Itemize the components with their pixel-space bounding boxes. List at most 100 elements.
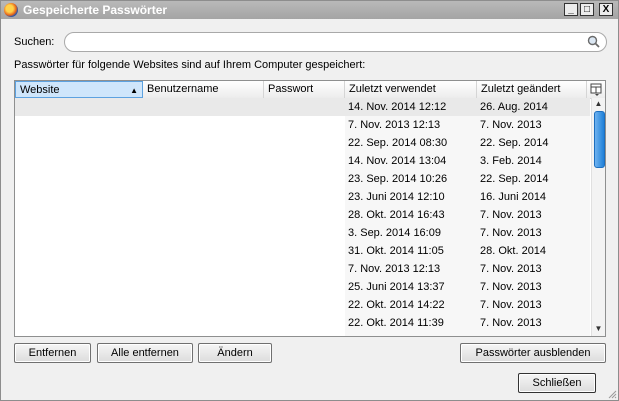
cell-last-changed: 7. Nov. 2013 [480, 119, 542, 131]
scrollbar-thumb[interactable] [594, 111, 605, 168]
cell-website [15, 206, 18, 224]
cell-username [143, 134, 146, 152]
resize-grip-icon[interactable] [607, 389, 617, 399]
cell-last-used: 7. Nov. 2013 12:13 [348, 263, 441, 275]
title-bar[interactable]: Gespeicherte Passwörter _ □ X [1, 1, 618, 19]
cell-password [264, 278, 267, 296]
search-icon[interactable] [587, 35, 600, 48]
cell-website [15, 188, 18, 206]
cell-last-changed: 7. Nov. 2013 [480, 263, 542, 275]
column-label: Website [20, 84, 60, 96]
cell-password [264, 98, 267, 116]
table-row[interactable]: 7. Nov. 2013 12:13 7. Nov. 2013 [15, 260, 590, 278]
cell-last-used: 22. Okt. 2014 14:22 [348, 299, 445, 311]
cell-username [143, 206, 146, 224]
vertical-scrollbar[interactable]: ▲ ▼ [591, 98, 605, 336]
remove-button[interactable]: Entfernen [14, 343, 91, 363]
column-password[interactable]: Passwort [264, 81, 345, 98]
cell-last-used: 28. Okt. 2014 16:43 [348, 209, 445, 221]
cell-password [264, 206, 267, 224]
cell-username [143, 98, 146, 116]
table-row[interactable]: 31. Okt. 2014 11:05 28. Okt. 2014 [15, 242, 590, 260]
cell-username [143, 314, 146, 332]
cell-last-changed: 7. Nov. 2013 [480, 317, 542, 329]
column-last-changed[interactable]: Zuletzt geändert [477, 81, 587, 98]
cell-last-used: 31. Okt. 2014 11:05 [348, 245, 444, 257]
cell-username [143, 152, 146, 170]
cell-last-changed: 26. Aug. 2014 [480, 101, 548, 113]
close-button[interactable]: Schließen [518, 373, 596, 393]
column-username[interactable]: Benutzername [143, 81, 264, 98]
cell-username [143, 242, 146, 260]
change-button[interactable]: Ändern [198, 343, 272, 363]
table-row[interactable]: 14. Nov. 2014 12:12 26. Aug. 2014 [15, 98, 590, 116]
table-row[interactable]: 14. Nov. 2014 13:04 3. Feb. 2014 [15, 152, 590, 170]
cell-last-changed: 7. Nov. 2013 [480, 209, 542, 221]
column-website[interactable]: Website ▲ [15, 81, 143, 98]
cell-username [143, 116, 146, 134]
cell-website [15, 170, 18, 188]
cell-last-changed: 28. Okt. 2014 [480, 245, 547, 257]
cell-username [143, 278, 146, 296]
firefox-icon [4, 3, 18, 17]
cell-last-used: 14. Nov. 2014 13:04 [348, 155, 447, 167]
table-row[interactable]: 25. Juni 2014 13:37 7. Nov. 2013 [15, 278, 590, 296]
table-body: 14. Nov. 2014 12:12 26. Aug. 2014 7. Nov. … [15, 98, 590, 336]
cell-last-changed: 22. Sep. 2014 [480, 173, 549, 185]
cell-website [15, 260, 18, 278]
table-row[interactable]: 22. Okt. 2014 11:39 7. Nov. 2013 [15, 314, 590, 332]
window-title: Gespeicherte Passwörter [23, 3, 168, 17]
cell-password [264, 134, 267, 152]
remove-all-button[interactable]: Alle entfernen [97, 343, 193, 363]
cell-website [15, 314, 18, 332]
cell-last-used: 14. Nov. 2014 12:12 [348, 101, 447, 113]
cell-password [264, 260, 267, 278]
cell-username [143, 170, 146, 188]
cell-username [143, 260, 146, 278]
hide-passwords-button[interactable]: Passwörter ausblenden [460, 343, 606, 363]
cell-password [264, 314, 267, 332]
scroll-up-icon[interactable]: ▲ [592, 98, 605, 110]
cell-last-used: 25. Juni 2014 13:37 [348, 281, 445, 293]
table-row[interactable]: 3. Sep. 2014 16:09 7. Nov. 2013 [15, 224, 590, 242]
table-row[interactable]: 22. Sep. 2014 08:30 22. Sep. 2014 [15, 134, 590, 152]
cell-website [15, 296, 18, 314]
search-input[interactable] [64, 32, 607, 52]
cell-last-changed: 7. Nov. 2013 [480, 281, 542, 293]
cell-password [264, 242, 267, 260]
close-window-button[interactable]: X [599, 3, 613, 16]
minimize-button[interactable]: _ [564, 3, 578, 16]
cell-password [264, 296, 267, 314]
cell-last-changed: 22. Sep. 2014 [480, 137, 549, 149]
password-manager-window: Gespeicherte Passwörter _ □ X Suchen: Pa… [0, 0, 619, 401]
cell-last-changed: 16. Juni 2014 [480, 191, 547, 203]
cell-last-used: 23. Sep. 2014 10:26 [348, 173, 448, 185]
scroll-down-icon[interactable]: ▼ [592, 323, 605, 335]
table-row[interactable]: 28. Okt. 2014 16:43 7. Nov. 2013 [15, 206, 590, 224]
cell-username [143, 188, 146, 206]
password-list[interactable]: Website ▲ Benutzername Passwort Zuletzt … [14, 80, 606, 337]
table-row[interactable]: 7. Nov. 2013 12:13 7. Nov. 2013 [15, 116, 590, 134]
cell-password [264, 152, 267, 170]
cell-last-used: 22. Okt. 2014 11:39 [348, 317, 444, 329]
cell-website [15, 224, 18, 242]
cell-website [15, 98, 18, 116]
table-row[interactable]: 22. Okt. 2014 14:22 7. Nov. 2013 [15, 296, 590, 314]
info-text: Passwörter für folgende Websites sind au… [14, 59, 366, 71]
cell-website [15, 134, 18, 152]
cell-password [264, 188, 267, 206]
cell-website [15, 242, 18, 260]
cell-last-used: 3. Sep. 2014 16:09 [348, 227, 441, 239]
maximize-button[interactable]: □ [580, 3, 594, 16]
cell-website [15, 152, 18, 170]
column-picker-icon[interactable] [587, 81, 605, 98]
table-row[interactable]: 23. Juni 2014 12:10 16. Juni 2014 [15, 188, 590, 206]
cell-last-used: 23. Juni 2014 12:10 [348, 191, 445, 203]
cell-username [143, 296, 146, 314]
table-row[interactable]: 23. Sep. 2014 10:26 22. Sep. 2014 [15, 170, 590, 188]
cell-last-changed: 7. Nov. 2013 [480, 299, 542, 311]
cell-website [15, 116, 18, 134]
cell-password [264, 116, 267, 134]
cell-last-changed: 3. Feb. 2014 [480, 155, 542, 167]
column-last-used[interactable]: Zuletzt verwendet [345, 81, 477, 98]
